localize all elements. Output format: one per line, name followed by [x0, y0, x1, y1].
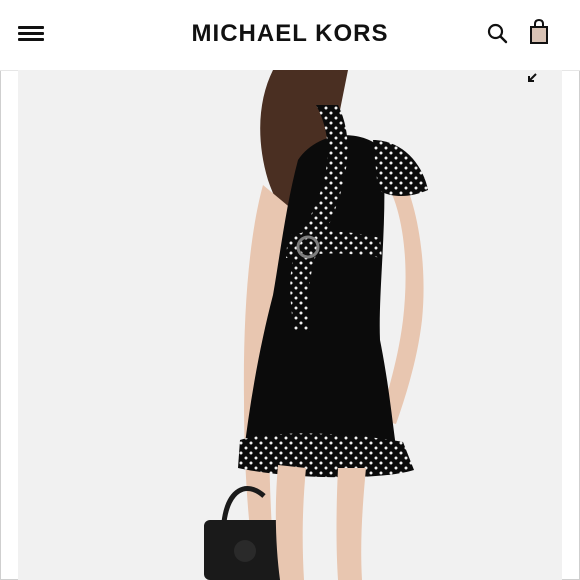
product-image[interactable] [18, 70, 562, 580]
model-dress-illustration [204, 70, 428, 580]
top-navigation-bar: MICHAEL KORS [0, 0, 580, 71]
search-icon[interactable] [486, 22, 510, 46]
shopping-bag-icon[interactable] [526, 18, 552, 46]
